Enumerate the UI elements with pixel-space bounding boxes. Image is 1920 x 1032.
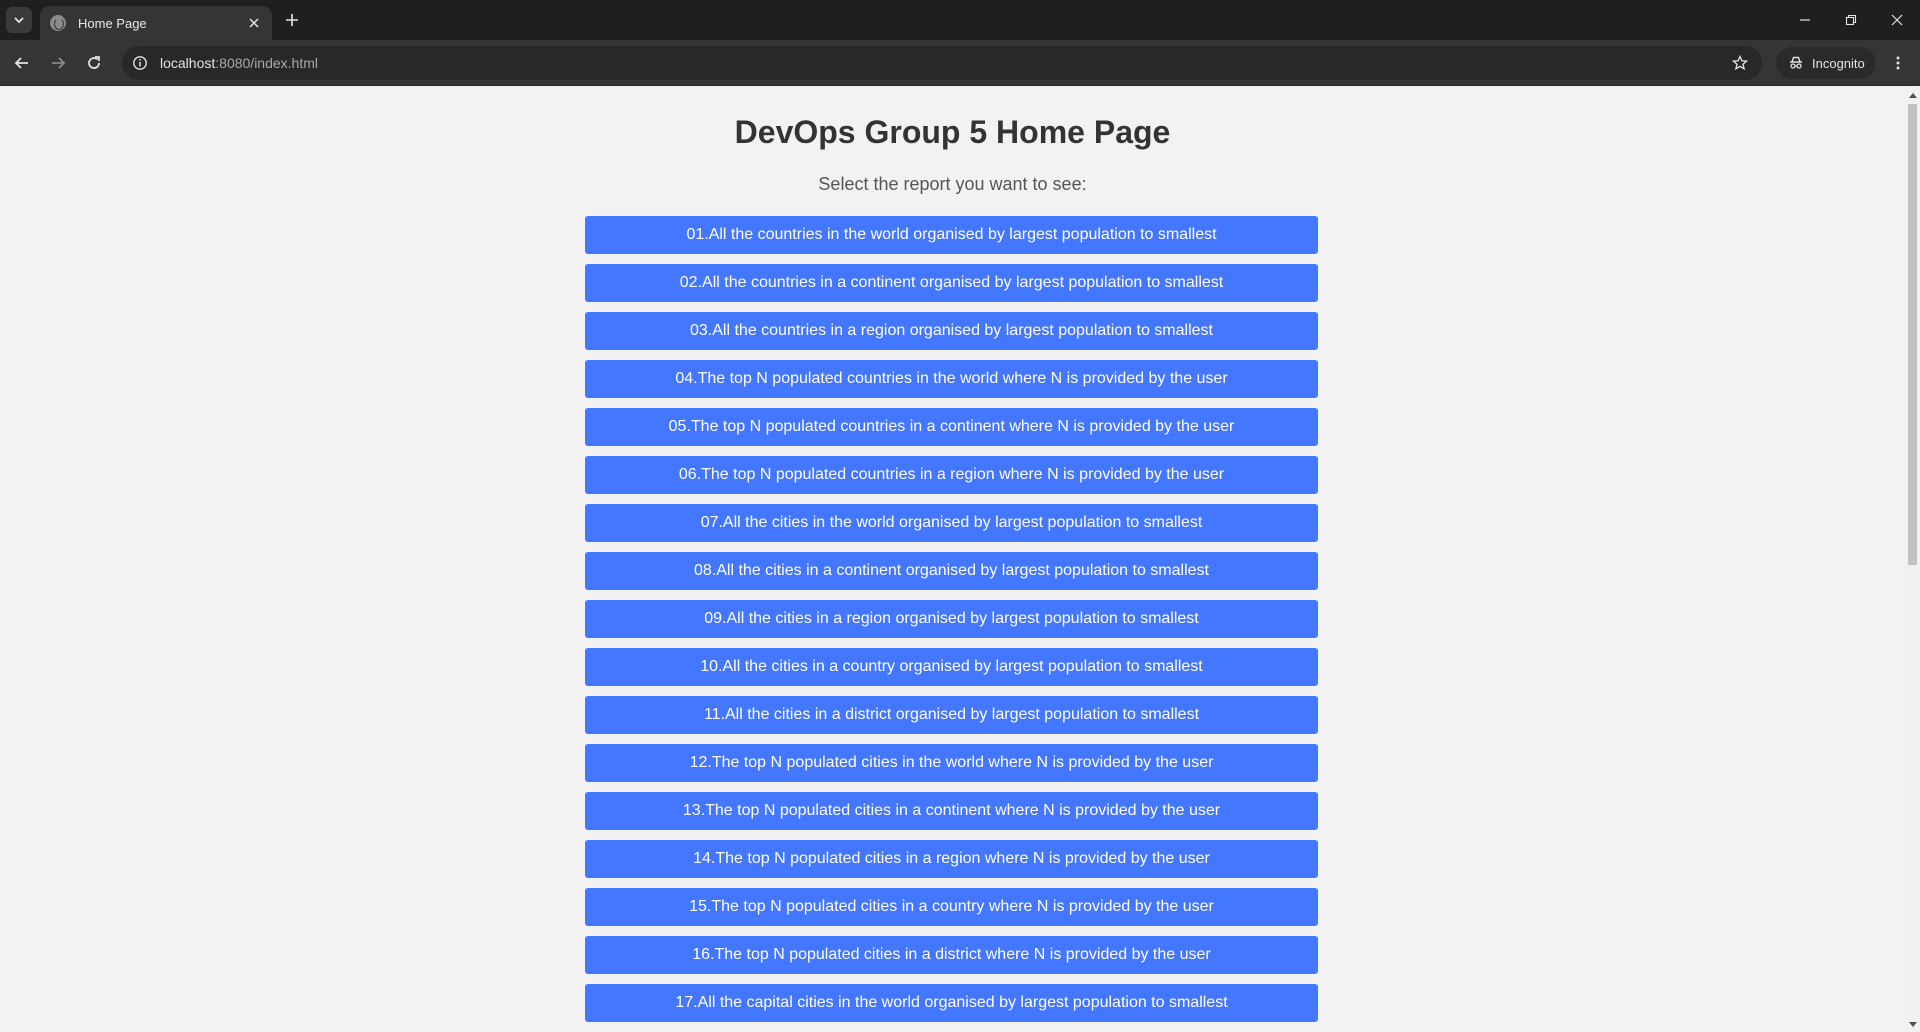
browser-tabstrip: Home Page [0,0,1920,40]
minimize-button[interactable] [1782,0,1828,40]
report-button-08[interactable]: 08.All the cities in a continent organis… [585,552,1318,590]
minimize-icon [1800,19,1810,21]
bookmark-button[interactable] [1726,49,1754,77]
tab-search-button[interactable] [6,7,32,33]
report-button-07[interactable]: 07.All the cities in the world organised… [585,504,1318,542]
close-icon [249,18,259,28]
page-subtitle: Select the report you want to see: [818,174,1087,194]
url-text: localhost:8080/index.html [160,55,1726,71]
triangle-down-icon [1908,1021,1917,1027]
plus-icon [286,14,298,26]
report-button-10[interactable]: 10.All the cities in a country organised… [585,648,1318,686]
info-icon [133,56,147,70]
close-icon [1891,14,1903,26]
back-button[interactable] [8,49,36,77]
restore-button[interactable] [1828,0,1874,40]
url-path: :8080/index.html [215,55,318,71]
report-button-16[interactable]: 16.The top N populated cities in a distr… [585,936,1318,974]
scroll-up-button[interactable] [1905,87,1920,102]
incognito-label: Incognito [1812,55,1865,71]
report-button-12[interactable]: 12.The top N populated cities in the wor… [585,744,1318,782]
arrow-right-icon [52,57,66,69]
report-button-03[interactable]: 03.All the countries in a region organis… [585,312,1318,350]
tab-title: Home Page [78,15,147,31]
report-button-13[interactable]: 13.The top N populated cities in a conti… [585,792,1318,830]
report-button-14[interactable]: 14.The top N populated cities in a regio… [585,840,1318,878]
star-icon [1732,55,1748,71]
browser-tab-active[interactable]: Home Page [40,6,272,40]
page-viewport: DevOps Group 5 Home Page Select the repo… [0,87,1905,1032]
report-button-06[interactable]: 06.The top N populated countries in a re… [585,456,1318,494]
kebab-menu-icon [1896,56,1900,70]
browser-menu-button[interactable] [1884,49,1912,77]
url-host: localhost [160,55,216,71]
report-button-01[interactable]: 01.All the countries in the world organi… [585,216,1318,254]
scroll-down-button[interactable] [1905,1017,1920,1032]
address-bar[interactable]: localhost:8080/index.html [122,46,1762,80]
report-button-17[interactable]: 17.All the capital cities in the world o… [585,984,1318,1022]
report-button-11[interactable]: 11.All the cities in a district organise… [585,696,1318,734]
scrollbar-thumb[interactable] [1908,104,1917,565]
site-info-button[interactable] [126,49,154,77]
new-tab-button[interactable] [280,8,304,32]
reload-icon [88,56,100,69]
browser-toolbar: localhost:8080/index.html Incognito [0,40,1920,86]
forward-button[interactable] [44,49,72,77]
incognito-icon [1790,56,1802,69]
report-button-list: 01.All the countries in the world organi… [585,216,1318,1032]
globe-icon [50,15,66,31]
incognito-indicator[interactable]: Incognito [1776,47,1876,79]
page-scrollbar[interactable] [1905,87,1920,1032]
report-button-09[interactable]: 09.All the cities in a region organised … [585,600,1318,638]
window-controls [1782,0,1920,40]
reload-button[interactable] [80,49,108,77]
page-title: DevOps Group 5 Home Page [734,114,1171,150]
close-window-button[interactable] [1874,0,1920,40]
report-button-02[interactable]: 02.All the countries in a continent orga… [585,264,1318,302]
tab-close-button[interactable] [244,13,264,33]
triangle-up-icon [1908,92,1917,98]
arrow-left-icon [14,57,28,69]
chevron-down-icon [14,17,24,24]
report-button-04[interactable]: 04.The top N populated countries in the … [585,360,1318,398]
report-button-15[interactable]: 15.The top N populated cities in a count… [585,888,1318,926]
restore-icon [1845,14,1857,26]
report-button-05[interactable]: 05.The top N populated countries in a co… [585,408,1318,446]
